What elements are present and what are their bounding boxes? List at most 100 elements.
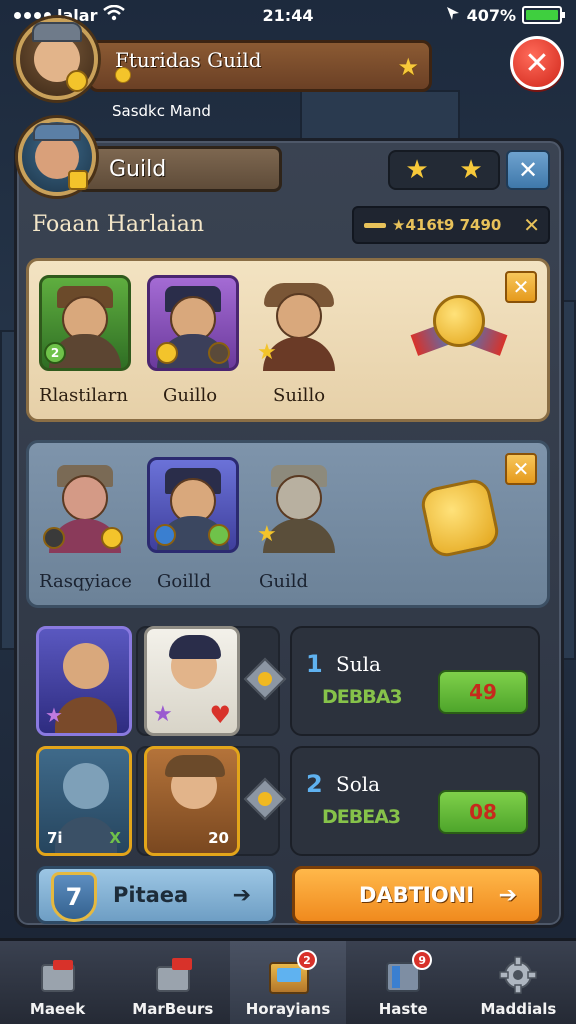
gold-reward-icon	[418, 476, 502, 560]
close-icon: ✕	[517, 156, 539, 184]
hero-portrait[interactable]	[147, 275, 239, 371]
hero-name: Guillo	[163, 385, 218, 406]
shield-number: 7	[65, 883, 83, 911]
close-button[interactable]: ✕	[510, 36, 564, 90]
nav-item-shop[interactable]: MarBeurs	[115, 941, 230, 1024]
nav-label: Maeek	[29, 1000, 86, 1018]
nav-label: Maddials	[480, 1000, 557, 1018]
favorite-star-icon[interactable]: ★	[397, 53, 419, 81]
hero-portrait[interactable]: ★	[36, 626, 132, 736]
chest-icon	[37, 956, 79, 994]
hero-tag: X	[109, 829, 121, 847]
guild-info-button[interactable]: 7 Pitaea ➔	[36, 866, 276, 924]
player-avatar[interactable]	[16, 18, 98, 100]
coin-icon	[115, 67, 131, 83]
star-icon: ★	[405, 155, 429, 185]
shield-icon	[43, 527, 65, 549]
reward-card[interactable]: 2 ★ Rlastilarn Guillo Suillo ✕	[26, 258, 550, 422]
guild-rating: ★ ★	[388, 150, 500, 190]
medal-reward-icon	[410, 287, 508, 363]
guild-label-plate: Guild	[76, 146, 282, 192]
hero-name: Suillo	[273, 385, 326, 406]
gear-icon	[497, 956, 539, 994]
quest-card[interactable]: 2 Sola DEBEA3 08	[290, 746, 540, 856]
medal-icon	[156, 342, 178, 364]
star-icon: ★	[45, 703, 63, 727]
star-icon: ★	[257, 522, 277, 547]
star-icon: ★	[153, 702, 173, 727]
guild-leader-avatar[interactable]	[18, 118, 96, 196]
chevron-right-icon: ➔	[498, 882, 517, 908]
star-icon: ★	[459, 155, 483, 185]
quest-claim-button[interactable]: 08	[438, 790, 528, 834]
guild-info-label: Pitaea	[113, 883, 189, 907]
guild-code: ★416t9 7490	[392, 216, 502, 234]
shield-icon	[208, 342, 230, 364]
hero-name: Rlastilarn	[39, 385, 128, 406]
header-title: Fturidas Guild	[115, 48, 262, 72]
notification-badge: 2	[297, 950, 317, 970]
quest-progress: DEBBA3	[322, 686, 403, 708]
chevron-right-icon: ➔	[232, 882, 251, 908]
hero-portrait[interactable]: ★	[253, 275, 345, 371]
heart-icon: ♥	[209, 701, 231, 729]
hero-portrait[interactable]	[39, 457, 131, 553]
key-icon	[364, 222, 386, 228]
hero-portrait[interactable]: ★	[253, 457, 345, 553]
nav-item-market[interactable]: Maeek	[0, 941, 115, 1024]
quest-button-label: 49	[469, 680, 497, 704]
join-guild-button[interactable]: DABTIONI ➔	[292, 866, 542, 924]
guild-label: Guild	[109, 156, 167, 182]
nav-item-haste[interactable]: 9 Haste	[346, 941, 461, 1024]
nav-item-settings[interactable]: Maddials	[461, 941, 576, 1024]
hero-portrait[interactable]	[147, 457, 239, 553]
quest-number: 1	[306, 650, 323, 678]
hero-portrait[interactable]: ★ ♥	[144, 626, 240, 736]
nav-label: Horayians	[245, 1000, 331, 1018]
panel-close-button[interactable]: ✕	[506, 150, 550, 190]
mana-icon	[154, 524, 176, 546]
dismiss-reward-button[interactable]: ✕	[505, 453, 537, 485]
guild-header-banner: Fturidas Guild ★	[88, 40, 432, 92]
coin-icon	[101, 527, 123, 549]
leaf-icon	[208, 524, 230, 546]
join-guild-label: DABTIONI	[359, 883, 475, 907]
status-bar: lalar 21:44 407%	[0, 0, 576, 30]
hero-name: Guild	[259, 571, 309, 592]
book-icon: 9	[382, 950, 433, 994]
header-subtitle: Sasdkc Mand	[112, 102, 211, 120]
quest-card[interactable]: 1 Sula DEBBA3 49	[290, 626, 540, 736]
quest-title: Sula	[336, 652, 381, 676]
quest-button-label: 08	[469, 800, 497, 824]
hero-portrait[interactable]: 2	[39, 275, 131, 371]
close-icon: ✕	[512, 275, 530, 299]
star-icon: ★	[257, 340, 277, 365]
quest-title: Sola	[336, 772, 381, 796]
reward-card[interactable]: ★ Rasqyiace Goilld Guild ✕	[26, 440, 550, 608]
quest-number: 2	[306, 770, 323, 798]
guild-code-field[interactable]: ★416t9 7490 ✕	[352, 206, 550, 244]
treasure-icon: 2	[267, 950, 317, 994]
clock: 21:44	[262, 5, 314, 25]
close-icon: ✕	[512, 457, 530, 481]
dismiss-reward-button[interactable]: ✕	[505, 271, 537, 303]
clear-icon[interactable]: ✕	[523, 213, 540, 237]
nav-label: Haste	[378, 1000, 428, 1018]
hero-name: Rasqyiace	[39, 571, 132, 592]
rank-medal-icon	[66, 70, 88, 92]
nav-item-rewards[interactable]: 2 Horayians	[230, 941, 346, 1024]
hero-portrait[interactable]: 20	[144, 746, 240, 856]
nav-label: MarBeurs	[132, 1000, 214, 1018]
hero-count: 20	[208, 829, 229, 847]
cart-icon	[152, 956, 194, 994]
member-name: Foaan Harlaian	[32, 212, 204, 237]
rank-badge-icon	[68, 170, 88, 190]
bottom-nav: Maeek MarBeurs 2 Horayians 9 Haste Maddi…	[0, 938, 576, 1024]
quest-claim-button[interactable]: 49	[438, 670, 528, 714]
notification-badge: 9	[412, 950, 433, 970]
hero-level: 7i	[47, 829, 63, 847]
quest-progress: DEBEA3	[322, 806, 401, 828]
hero-portrait[interactable]: 7i X	[36, 746, 132, 856]
battery-icon	[522, 6, 565, 24]
level-badge: 2	[44, 342, 66, 364]
